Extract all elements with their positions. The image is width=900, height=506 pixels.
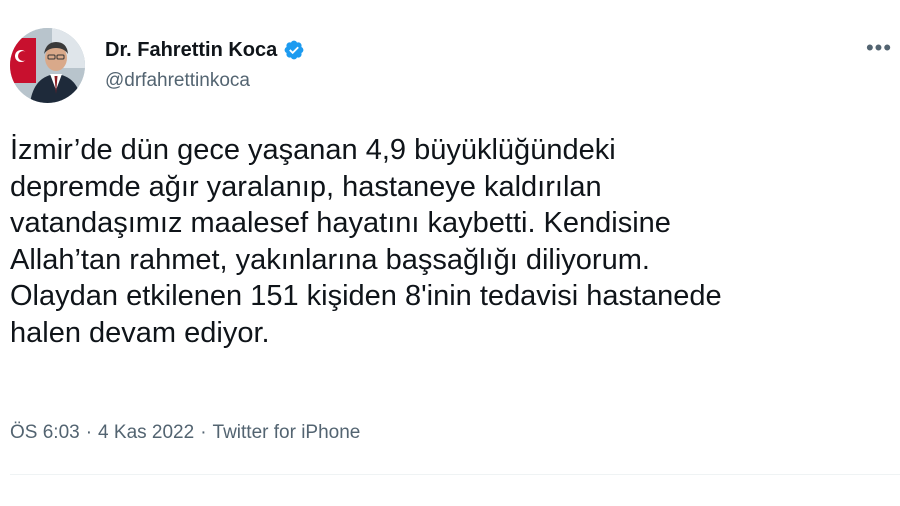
profile-photo <box>10 28 85 103</box>
more-options-icon[interactable]: ••• <box>862 37 896 59</box>
verified-badge-icon <box>283 39 305 61</box>
tweet-text: İzmir’de dün gece yaşanan 4,9 büyüklüğün… <box>10 134 722 349</box>
tweet-source[interactable]: Twitter for iPhone <box>213 422 361 444</box>
divider <box>10 474 900 475</box>
author-handle[interactable]: @drfahrettinkoca <box>105 70 250 92</box>
author-display-name[interactable]: Dr. Fahrettin Koca <box>105 39 277 62</box>
author-name-row[interactable]: Dr. Fahrettin Koca <box>105 37 305 63</box>
tweet-time[interactable]: ÖS 6:03 <box>10 422 80 444</box>
tweet-metadata: ÖS 6:03 · 4 Kas 2022 · Twitter for iPhon… <box>10 422 360 444</box>
author-avatar[interactable] <box>10 28 85 103</box>
tweet-date[interactable]: 4 Kas 2022 <box>98 422 194 444</box>
tweet-card: Dr. Fahrettin Koca @drfahrettinkoca ••• … <box>0 0 900 506</box>
meta-separator: · <box>85 422 93 443</box>
meta-separator: · <box>200 422 207 443</box>
